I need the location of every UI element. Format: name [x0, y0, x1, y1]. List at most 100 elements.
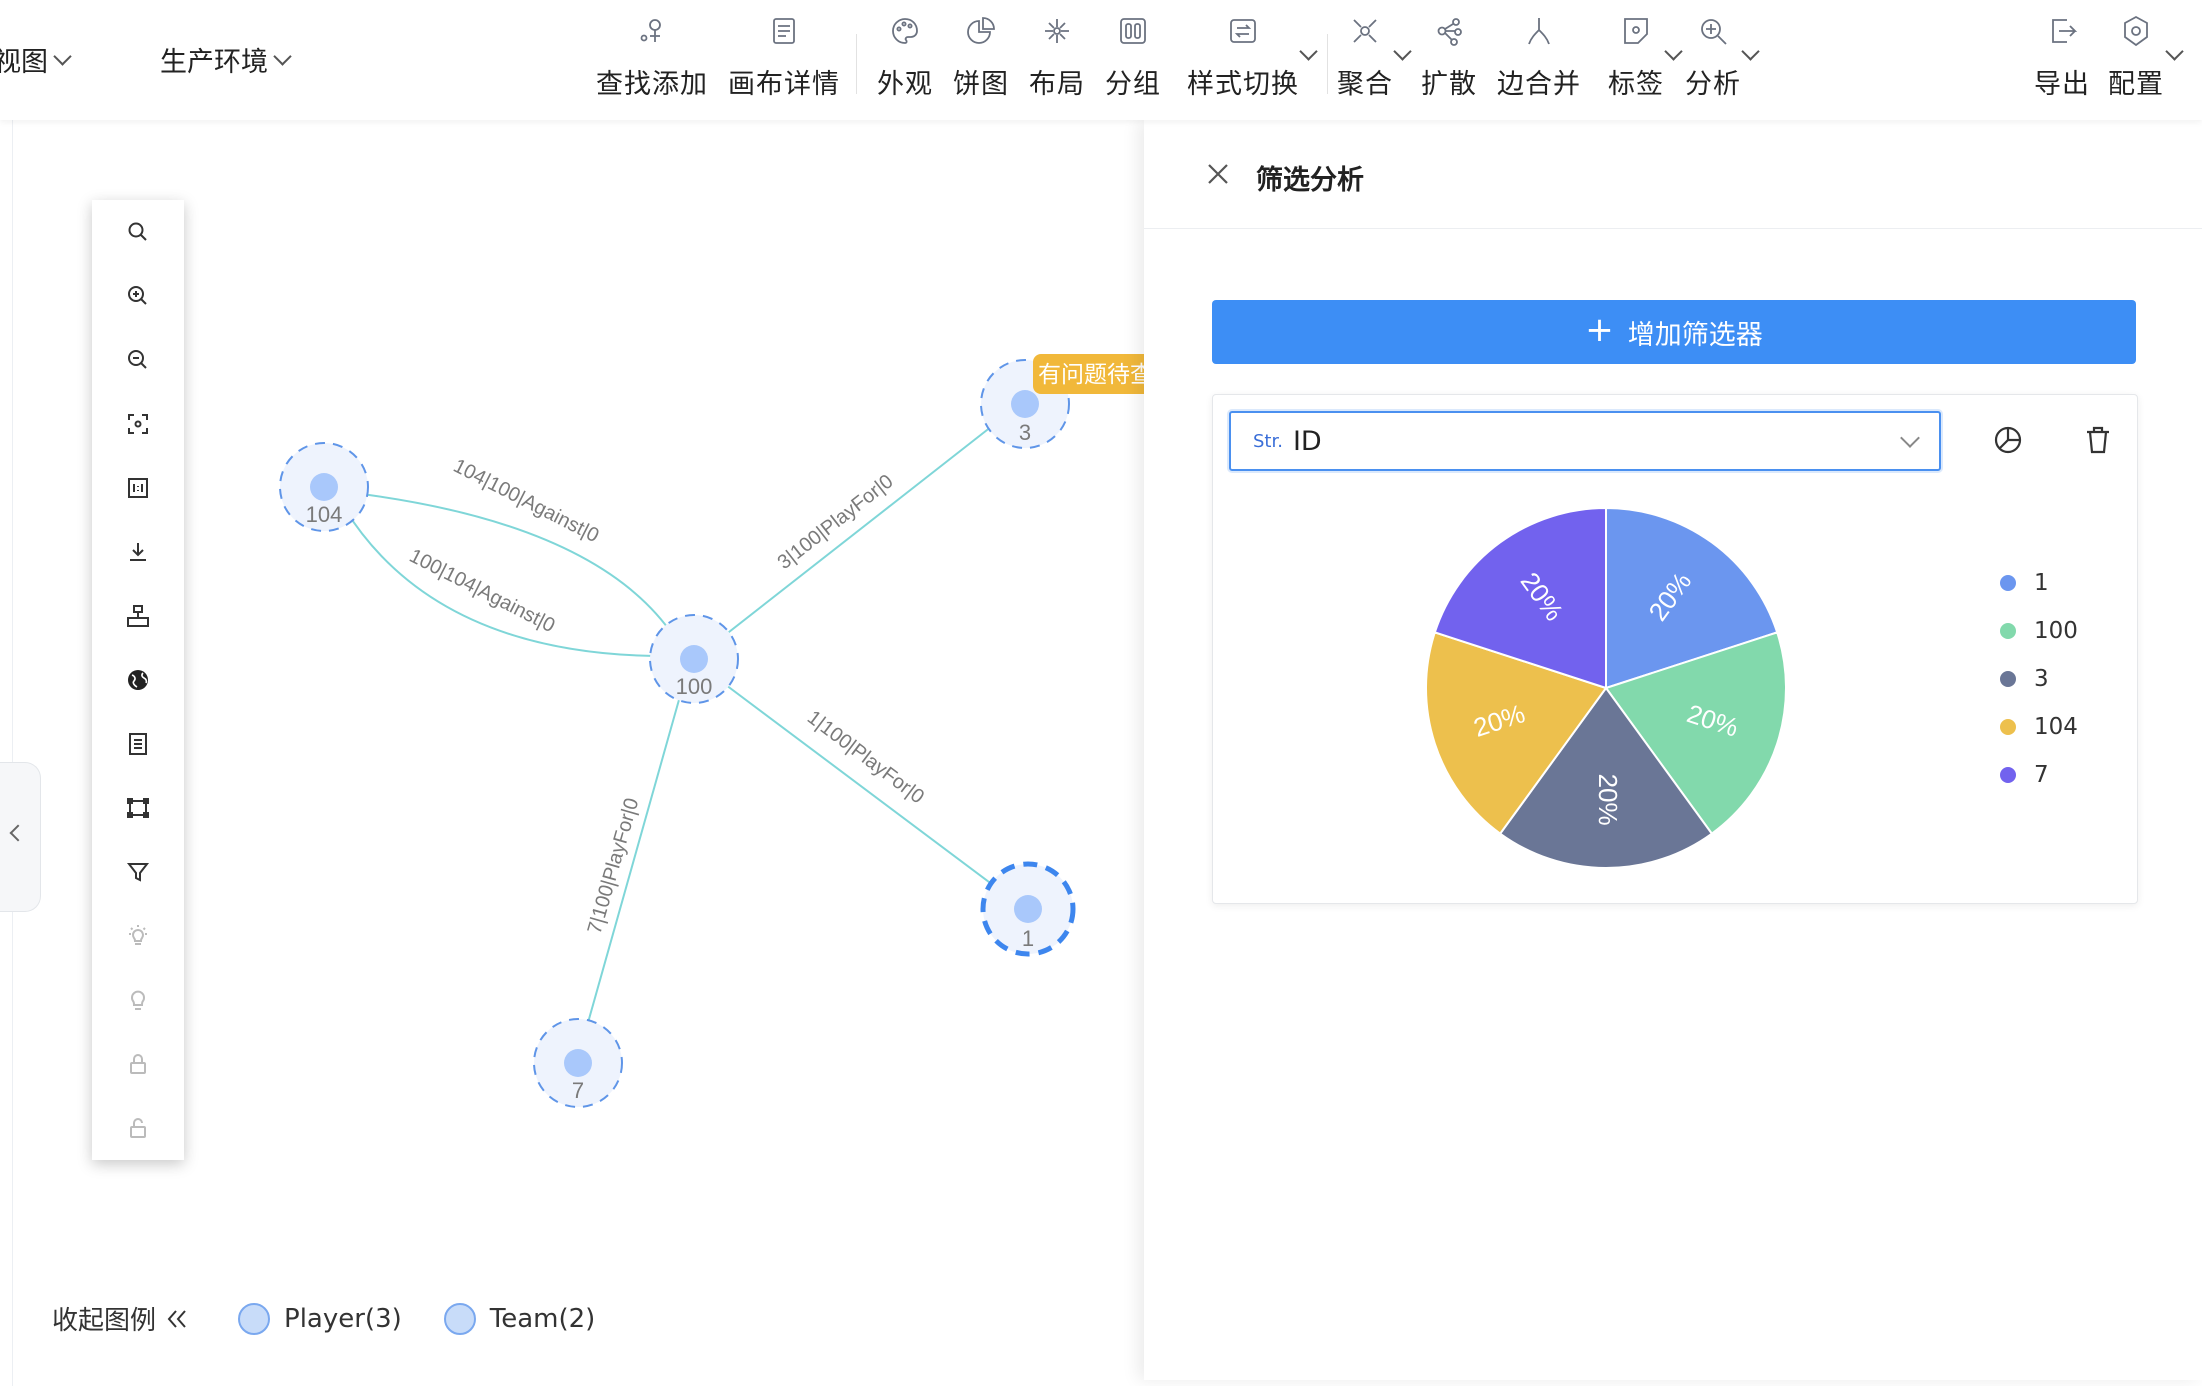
- tool-aggregate[interactable]: 聚合: [1337, 14, 1393, 101]
- tool-canvas-detail[interactable]: 画布详情: [728, 14, 840, 101]
- edge-7-100[interactable]: [579, 680, 689, 1052]
- tool-style-switch[interactable]: 样式切换: [1187, 14, 1299, 101]
- actual-size-button[interactable]: [122, 472, 154, 504]
- graph-node[interactable]: 7: [533, 1018, 623, 1108]
- legend-item[interactable]: Team(2): [490, 1304, 596, 1334]
- tool-label: 聚合: [1337, 69, 1393, 100]
- tool-analysis[interactable]: 分析: [1685, 14, 1741, 101]
- legend-swatch: [2000, 575, 2016, 591]
- pie-legend-label: 104: [2034, 714, 2078, 740]
- pie-legend-label: 1: [2034, 570, 2049, 596]
- tool-settings[interactable]: 配置: [2108, 14, 2164, 101]
- zoom-out-icon: [128, 350, 147, 369]
- node-label: 7: [572, 1078, 584, 1103]
- tool-label: 配置: [2108, 69, 2164, 100]
- pie-legend-label: 7: [2034, 762, 2049, 788]
- focus-icon: [128, 414, 148, 434]
- graph-legend: 收起图例 Player(3) Team(2): [52, 1300, 595, 1337]
- add-filter-button[interactable]: + 增加筛选器: [1212, 300, 2136, 364]
- chevron-down-icon[interactable]: [1393, 42, 1412, 61]
- settings-icon: [2124, 15, 2148, 47]
- edge-104-100[interactable]: [345, 491, 685, 655]
- fit-view-button[interactable]: [122, 408, 154, 440]
- tool-expand[interactable]: 扩散: [1421, 14, 1477, 101]
- filter-analysis-panel: 筛选分析 + 增加筛选器 Str. ID 20% 20% 20% 20% 20% 1 10…: [1144, 120, 2202, 1380]
- pie-legend-item[interactable]: 104: [2000, 714, 2078, 740]
- chevron-down-icon[interactable]: [2165, 42, 2184, 61]
- filter-button[interactable]: [122, 856, 154, 888]
- pie-legend-label: 3: [2034, 666, 2049, 692]
- tool-label: 导出: [2034, 69, 2090, 100]
- legend-swatch: [2000, 623, 2016, 639]
- hierarchy-icon: [127, 605, 149, 627]
- tool-label: 分组: [1105, 69, 1161, 100]
- legend-item[interactable]: Player(3): [284, 1304, 402, 1334]
- tool-search-add[interactable]: 查找添加: [596, 14, 708, 101]
- edge-label: 3|100|PlayFor|0: [774, 470, 898, 574]
- node-label: 3: [1019, 420, 1031, 445]
- list-button[interactable]: [122, 728, 154, 760]
- unlock-button[interactable]: [122, 1112, 154, 1144]
- group-icon: [1120, 18, 1146, 44]
- search-button[interactable]: [122, 216, 154, 248]
- node-badge[interactable]: 有问题待查: [1033, 354, 1144, 394]
- hint-button[interactable]: [122, 984, 154, 1016]
- pie-legend-item[interactable]: 1: [2000, 570, 2049, 596]
- pie-legend-label: 100: [2034, 618, 2078, 644]
- actual-size-icon: [128, 478, 148, 498]
- edge-label: 104|100|Against|0: [450, 455, 603, 547]
- node-label: 1: [1022, 926, 1034, 951]
- pie-chart: 20%20%20%20%20%: [1425, 506, 1787, 869]
- legend-swatch: [2000, 719, 2016, 735]
- env-dropdown[interactable]: 生产环境: [160, 40, 292, 79]
- zoom-in-button[interactable]: [122, 280, 154, 312]
- tool-layout[interactable]: 布局: [1029, 14, 1085, 101]
- double-chevron-left-icon: [167, 1309, 186, 1328]
- tool-edge-merge[interactable]: 边合并: [1497, 14, 1581, 101]
- add-filter-label: 增加筛选器: [1627, 319, 1763, 351]
- tool-label: 查找添加: [596, 69, 708, 100]
- tool-label: 画布详情: [728, 69, 840, 100]
- toolbar-divider: [856, 34, 857, 94]
- style-switch-icon: [1230, 19, 1256, 43]
- filter-icon: [126, 863, 150, 882]
- aggregate-icon: [1353, 19, 1377, 43]
- frame-select-button[interactable]: [122, 792, 154, 824]
- tag-icon: [1624, 18, 1648, 44]
- lock-button[interactable]: [122, 1048, 154, 1080]
- tool-appearance[interactable]: 外观: [877, 14, 933, 101]
- chevron-down-icon[interactable]: [1741, 42, 1760, 61]
- pie-legend-item[interactable]: 3: [2000, 666, 2049, 692]
- layout-icon: [1045, 19, 1069, 43]
- tool-pie[interactable]: 饼图: [953, 14, 1009, 101]
- lock-icon: [130, 1054, 146, 1074]
- chevron-down-icon[interactable]: [1299, 42, 1318, 61]
- highlight-button[interactable]: [122, 920, 154, 952]
- edge-3-100[interactable]: [704, 411, 1011, 652]
- legend-color-dot: [238, 1302, 271, 1335]
- edge-100-104[interactable]: [335, 492, 679, 658]
- pie-legend-item[interactable]: 100: [2000, 618, 2078, 644]
- graph-node[interactable]: 100: [649, 614, 739, 704]
- tool-tag[interactable]: 标签: [1608, 14, 1664, 101]
- globe-button[interactable]: [122, 664, 154, 696]
- pie-legend-item[interactable]: 7: [2000, 762, 2049, 788]
- view-dropdown[interactable]: 视图: [0, 40, 72, 79]
- edge-merge-icon: [1528, 18, 1550, 45]
- top-toolbar: 视图 生产环境 查找添加 画布详情 外观 饼图 布局 分组 样式切换 聚合 扩散…: [0, 0, 2202, 120]
- zoom-out-button[interactable]: [122, 344, 154, 376]
- edge-1-100[interactable]: [704, 668, 1014, 901]
- close-icon[interactable]: [1204, 160, 1232, 188]
- legend-collapse-button[interactable]: 收起图例: [52, 1300, 190, 1337]
- tool-export[interactable]: 导出: [2034, 14, 2090, 101]
- lightbulb-glow-icon: [129, 925, 147, 945]
- download-button[interactable]: [122, 536, 154, 568]
- graph-node[interactable]: 104: [279, 442, 369, 532]
- layout-tree-button[interactable]: [122, 600, 154, 632]
- chevron-down-icon[interactable]: [1664, 42, 1683, 61]
- search-add-icon: [640, 19, 661, 42]
- node-label: 100: [676, 674, 713, 699]
- graph-node[interactable]: 1: [980, 861, 1076, 957]
- zoom-in-icon: [128, 286, 147, 305]
- tool-group[interactable]: 分组: [1105, 14, 1161, 101]
